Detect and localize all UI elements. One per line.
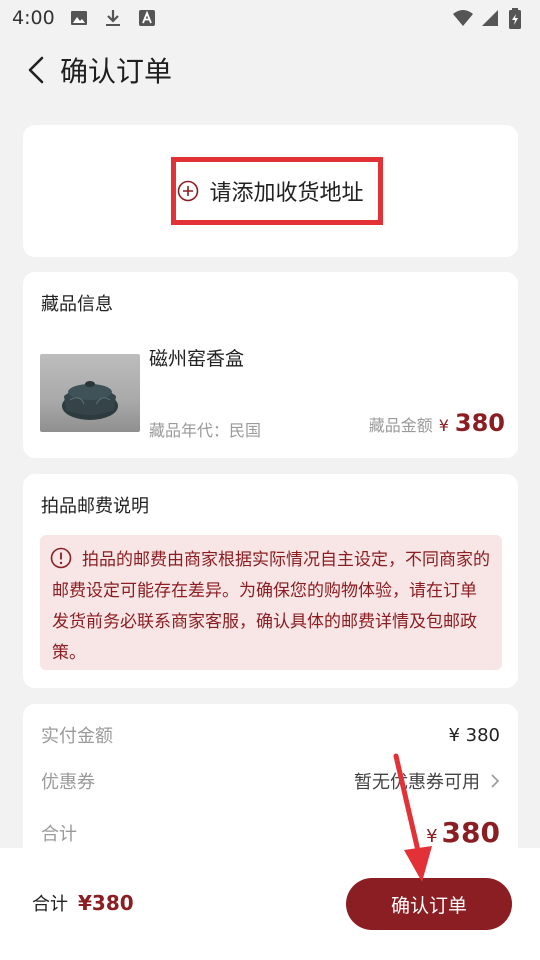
paid-amount-label: 实付金额 <box>41 726 113 747</box>
item-price-currency: ¥ <box>438 416 449 435</box>
add-address-button[interactable]: 请添加收货地址 <box>163 156 377 226</box>
paid-amount-value: ¥ 380 <box>448 724 500 746</box>
bottom-bar: 合计 ¥380 确认订单 <box>0 848 540 960</box>
item-section-title: 藏品信息 <box>41 294 113 315</box>
back-button[interactable] <box>12 42 60 98</box>
item-price-value: 380 <box>454 409 505 437</box>
signal-icon <box>480 8 500 28</box>
battery-icon <box>508 8 528 29</box>
item-era-value: 民国 <box>229 421 262 440</box>
total-amount: ¥ 380 <box>426 816 500 849</box>
add-address-label: 请添加收货地址 <box>209 181 364 206</box>
shipping-info-card: 拍品邮费说明 拍品的邮费由商家根据实际情况自主设定，不同商家的邮费设定可能存在差… <box>23 474 518 688</box>
total-currency: ¥ <box>426 826 438 847</box>
plus-circle-icon <box>178 180 199 202</box>
coupon-row[interactable]: 优惠券 暂无优惠券可用 <box>41 768 500 794</box>
status-bar: 4:00 <box>0 0 540 36</box>
chevron-left-icon <box>28 56 44 84</box>
shipping-notice: 拍品的邮费由商家根据实际情况自主设定，不同商家的邮费设定可能存在差异。为确保您的… <box>40 535 502 670</box>
item-era-label: 藏品年代： <box>149 421 230 440</box>
paid-amount-row: 实付金额 ¥ 380 <box>41 722 500 748</box>
chevron-right-icon <box>491 774 500 788</box>
address-card: 请添加收货地址 <box>23 125 518 257</box>
status-bar-left: 4:00 <box>12 7 157 29</box>
item-price-label: 藏品金额 <box>368 416 433 435</box>
page-title: 确认订单 <box>60 55 173 88</box>
item-thumbnail <box>40 354 140 432</box>
item-price: 藏品金额 ¥ 380 <box>369 409 505 437</box>
wifi-icon <box>452 8 473 28</box>
image-icon <box>69 8 89 28</box>
bottom-total-label: 合计 <box>32 894 68 915</box>
total-value: 380 <box>441 816 500 849</box>
coupon-value: 暂无优惠券可用 <box>354 772 480 793</box>
coupon-value-wrap: 暂无优惠券可用 <box>354 768 500 794</box>
item-row[interactable]: 磁州窑香盒 藏品年代：民国 藏品金额 ¥ 380 <box>40 348 505 440</box>
total-row: 合计 ¥ 380 <box>41 816 500 849</box>
text-a-icon <box>137 8 157 28</box>
title-bar: 确认订单 <box>0 42 540 98</box>
download-icon <box>103 8 123 28</box>
item-era: 藏品年代：民国 <box>149 417 261 441</box>
confirm-order-button[interactable]: 确认订单 <box>346 878 512 930</box>
item-name: 磁州窑香盒 <box>149 348 245 370</box>
total-label: 合计 <box>41 823 77 845</box>
item-info-card: 藏品信息 磁州窑香盒 藏品年代：民国 藏品金额 ¥ 380 <box>23 272 518 458</box>
status-time: 4:00 <box>12 7 55 29</box>
shipping-section-title: 拍品邮费说明 <box>41 496 149 517</box>
bottom-total-price: ¥380 <box>78 891 134 915</box>
status-bar-right <box>452 8 528 29</box>
alert-circle-icon <box>50 547 72 569</box>
bottom-total: 合计 ¥380 <box>32 890 134 916</box>
coupon-label: 优惠券 <box>41 772 95 793</box>
shipping-notice-text: 拍品的邮费由商家根据实际情况自主设定，不同商家的邮费设定可能存在差异。为确保您的… <box>52 550 490 663</box>
